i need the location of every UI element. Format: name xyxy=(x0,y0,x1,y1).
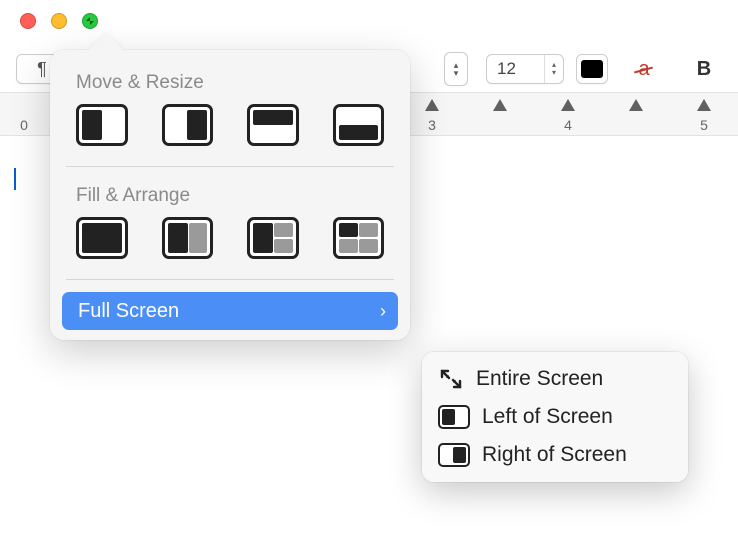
fill-arrange-heading: Fill & Arrange xyxy=(50,179,410,217)
submenu-item-label: Right of Screen xyxy=(482,443,627,467)
chevron-right-icon: › xyxy=(380,301,386,322)
tile-left-half-icon[interactable] xyxy=(76,104,128,146)
popover-divider xyxy=(66,166,394,167)
right-of-screen-icon xyxy=(438,443,470,467)
color-swatch-black xyxy=(581,60,603,78)
ruler-tab-marker-icon[interactable] xyxy=(697,99,711,111)
ruler-tab-marker-icon[interactable] xyxy=(629,99,643,111)
text-cursor xyxy=(14,168,16,190)
submenu-entire-screen[interactable]: Entire Screen xyxy=(428,360,682,398)
ruler-tab-marker-icon[interactable] xyxy=(493,99,507,111)
submenu-right-of-screen[interactable]: Right of Screen xyxy=(428,436,682,474)
fill-screen-icon[interactable] xyxy=(76,217,128,259)
arrange-quadrants-icon[interactable] xyxy=(333,217,385,259)
fill-arrange-row xyxy=(50,217,410,277)
popover-divider xyxy=(66,279,394,280)
paragraph-glyph: ¶ xyxy=(37,59,47,80)
full-screen-label: Full Screen xyxy=(78,300,179,323)
submenu-item-label: Left of Screen xyxy=(482,405,613,429)
ruler-label-5: 5 xyxy=(700,117,708,133)
ruler-label-4: 4 xyxy=(564,117,572,133)
arrange-left-stack-icon[interactable] xyxy=(247,217,299,259)
bold-glyph: B xyxy=(697,58,711,81)
full-screen-submenu: Entire Screen Left of Screen Right of Sc… xyxy=(422,352,688,482)
tile-top-half-icon[interactable] xyxy=(247,104,299,146)
window-tiling-popover: Move & Resize Fill & Arrange xyxy=(50,50,410,340)
bold-button[interactable]: B xyxy=(690,55,718,83)
fullscreen-glyph-icon xyxy=(85,16,95,26)
fullscreen-window-button[interactable] xyxy=(82,13,98,29)
submenu-item-label: Entire Screen xyxy=(476,367,603,391)
font-stepper-arrows[interactable]: ▴▾ xyxy=(444,52,468,86)
ruler-label-3: 3 xyxy=(428,117,436,133)
font-size-stepper[interactable]: ▴▾ xyxy=(544,55,563,83)
font-size-field[interactable]: 12 ▴▾ xyxy=(486,54,564,84)
window-title-bar xyxy=(0,0,738,42)
tile-right-half-icon[interactable] xyxy=(162,104,214,146)
tile-bottom-half-icon[interactable] xyxy=(333,104,385,146)
strikethrough-color-button[interactable]: a xyxy=(624,55,664,83)
entire-screen-icon xyxy=(438,367,464,391)
font-size-value: 12 xyxy=(497,59,516,79)
close-window-button[interactable] xyxy=(20,13,36,29)
arrange-left-right-icon[interactable] xyxy=(162,217,214,259)
ruler-label-0: 0 xyxy=(20,117,28,133)
ruler-tab-marker-icon[interactable] xyxy=(425,99,439,111)
move-resize-heading: Move & Resize xyxy=(50,66,410,104)
ruler-tab-marker-icon[interactable] xyxy=(561,99,575,111)
text-color-swatch[interactable] xyxy=(576,54,608,84)
minimize-window-button[interactable] xyxy=(51,13,67,29)
move-resize-row xyxy=(50,104,410,164)
full-screen-menu-item[interactable]: Full Screen › xyxy=(62,292,398,330)
left-of-screen-icon xyxy=(438,405,470,429)
submenu-left-of-screen[interactable]: Left of Screen xyxy=(428,398,682,436)
strike-sample: a xyxy=(638,58,649,81)
